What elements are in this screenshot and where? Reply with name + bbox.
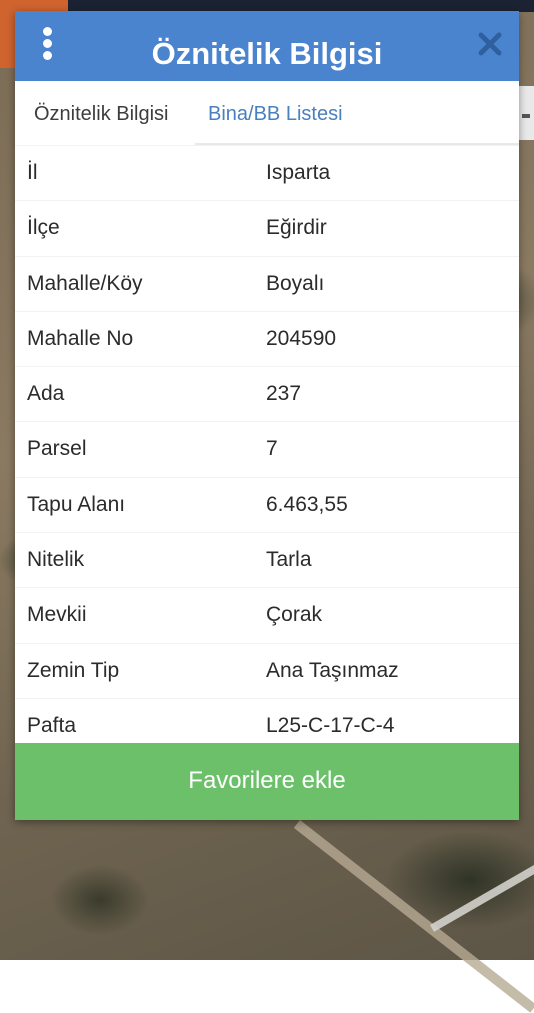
attribute-key: İlçe <box>27 216 60 240</box>
dialog-header: Öznitelik Bilgisi <box>15 11 519 81</box>
attribute-key: Ada <box>27 382 65 406</box>
table-row: Mahalle No 204590 <box>15 310 519 366</box>
attribute-value: Boyalı <box>266 271 325 295</box>
table-row: Parsel 7 <box>15 421 519 476</box>
attribute-key: Zemin Tip <box>27 658 120 682</box>
tab-building-list[interactable]: Bina/BB Listesi <box>208 81 343 145</box>
table-row: İlçe Eğirdir <box>15 200 519 255</box>
table-row: Ada 237 <box>15 366 519 421</box>
map-side-control[interactable] <box>519 86 534 140</box>
table-row: Zemin Tip Ana Taşınmaz <box>15 642 519 698</box>
attribute-key: İl <box>27 161 38 184</box>
attribute-value: Eğirdir <box>266 216 327 240</box>
table-row: Nitelik Tarla <box>15 532 519 587</box>
dialog-title: Öznitelik Bilgisi <box>151 36 383 71</box>
attribute-value: 7 <box>266 437 278 461</box>
attribute-info-dialog: Öznitelik Bilgisi Öznitelik Bilgisi Bina… <box>15 11 519 820</box>
attribute-value: 6.463,55 <box>266 492 348 516</box>
attribute-value: Ana Taşınmaz <box>266 658 399 682</box>
attribute-table: İl Isparta İlçe Eğirdir Mahalle/Köy Boya… <box>15 145 519 753</box>
close-icon[interactable] <box>477 31 503 57</box>
tab-bar: Öznitelik Bilgisi Bina/BB Listesi <box>15 81 519 145</box>
attribute-key: Mahalle/Köy <box>27 271 143 295</box>
table-row: Mevkii Çorak <box>15 587 519 642</box>
attribute-value: 237 <box>266 382 302 406</box>
table-row: Mahalle/Köy Boyalı <box>15 255 519 311</box>
attribute-key: Parsel <box>27 437 87 461</box>
attribute-value: Çorak <box>266 603 323 627</box>
attribute-key: Mahalle No <box>27 326 134 350</box>
table-row: Tapu Alanı 6.463,55 <box>15 476 519 532</box>
attribute-value: Isparta <box>266 161 331 184</box>
attribute-key: Mevkii <box>27 603 87 627</box>
attribute-value: 204590 <box>266 326 337 350</box>
attribute-key: Nitelik <box>27 548 85 572</box>
attribute-value: Tarla <box>266 548 312 572</box>
add-to-favorites-button[interactable]: Favorilere ekle <box>15 743 519 820</box>
table-row: İl Isparta <box>15 145 519 200</box>
attribute-key: Tapu Alanı <box>27 492 126 516</box>
tab-attribute-info[interactable]: Öznitelik Bilgisi <box>34 81 168 145</box>
